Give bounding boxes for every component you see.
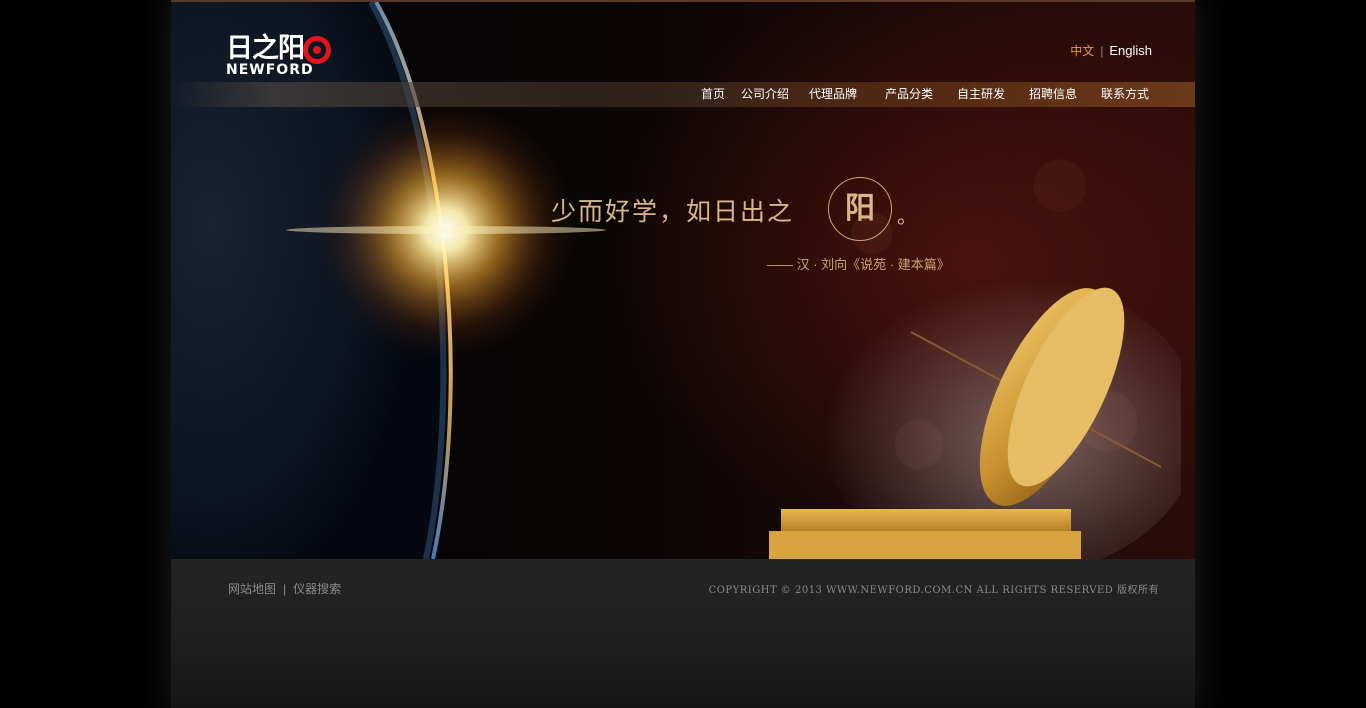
footer-separator: |: [283, 582, 287, 596]
hero-quote: 少而好学，如日出之: [551, 197, 795, 226]
hero-quote-highlight: 阳: [828, 177, 892, 241]
lang-english-link[interactable]: English: [1109, 43, 1152, 58]
nav-item-home[interactable]: 首页: [701, 82, 725, 107]
footer-link-sitemap[interactable]: 网站地图: [228, 582, 276, 596]
nav-item-contact[interactable]: 联系方式: [1101, 82, 1149, 107]
nav-item-rnd[interactable]: 自主研发: [957, 82, 1005, 107]
nav-item-company-intro[interactable]: 公司介绍: [741, 82, 789, 107]
nav-item-brands[interactable]: 代理品牌: [809, 82, 857, 107]
hero-quote-period: 。: [897, 204, 917, 228]
logo-chinese-text: 日之阳: [226, 33, 305, 64]
main-nav-bar: 首页 公司介绍 代理品牌 产品分类 自主研发 招聘信息 联系方式: [171, 82, 1195, 107]
logo-english-text: NEWFORD: [226, 62, 314, 78]
copyright-text: COPYRIGHT © 2013 WWW.NEWFORD.COM.CN ALL …: [708, 585, 1159, 596]
hero-banner: 日之阳 NEWFORD 中文 | English 少而好学，如日出之 阳 。 —— …: [171, 2, 1195, 559]
footer-links: 网站地图 | 仪器搜索: [228, 580, 341, 597]
nav-item-products[interactable]: 产品分类: [885, 82, 933, 107]
newford-logo[interactable]: 日之阳 NEWFORD: [226, 34, 336, 80]
logo-red-ring-icon: [303, 36, 331, 64]
lang-separator: |: [1100, 44, 1104, 58]
sundial-image: [769, 277, 1181, 559]
lang-chinese-link[interactable]: 中文: [1070, 44, 1094, 58]
nav-item-jobs[interactable]: 招聘信息: [1029, 82, 1077, 107]
footer: 网站地图 | 仪器搜索 COPYRIGHT © 2013 WWW.NEWFORD.C…: [171, 559, 1195, 708]
language-switcher: 中文 | English: [1070, 42, 1152, 59]
footer-link-search[interactable]: 仪器搜索: [293, 582, 341, 596]
page-container: 日之阳 NEWFORD 中文 | English 少而好学，如日出之 阳 。 —— …: [171, 0, 1195, 708]
hero-quote-attribution: —— 汉 · 刘向《说苑 · 建本篇》: [767, 257, 950, 272]
